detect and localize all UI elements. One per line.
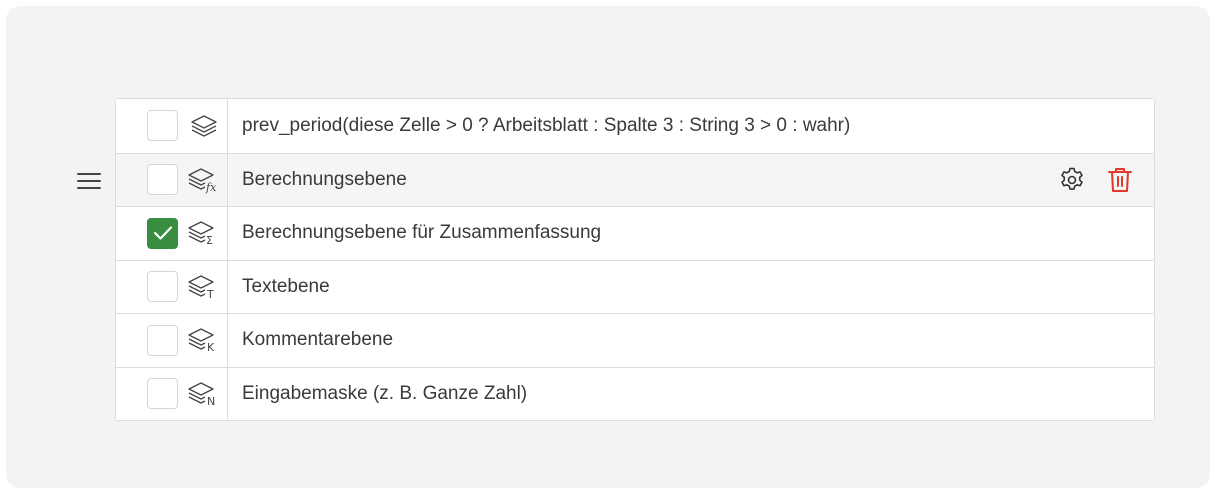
row-checkbox[interactable]	[147, 164, 178, 196]
layers-text-icon: T	[180, 260, 228, 313]
row-label: Kommentarebene	[242, 329, 394, 351]
row-label: prev_period(diese Zelle > 0 ? Arbeitsbla…	[242, 114, 851, 136]
trash-icon[interactable]	[1106, 166, 1134, 194]
row-checkbox[interactable]	[147, 378, 178, 410]
layer-list: prev_period(diese Zelle > 0 ? Arbeitsbla…	[77, 98, 1155, 421]
list-item[interactable]: N Eingabemaske (z. B. Ganze Zahl)	[116, 366, 1154, 420]
layers-comment-icon: K	[180, 314, 228, 367]
row-checkbox[interactable]	[147, 324, 178, 356]
row-checkbox[interactable]	[147, 271, 178, 303]
svg-text:N: N	[207, 395, 215, 408]
drag-handle-icon[interactable]	[76, 169, 102, 193]
list-item[interactable]: K Kommentarebene	[116, 313, 1154, 367]
svg-text:K: K	[207, 341, 215, 354]
layers-number-icon: N	[180, 367, 228, 420]
checkmark-icon	[153, 226, 172, 240]
list-item[interactable]: fx Berechnungsebene	[77, 152, 1154, 206]
svg-text:Σ: Σ	[206, 234, 213, 247]
svg-text:fx: fx	[205, 181, 217, 194]
row-label: Berechnungsebene	[242, 168, 407, 190]
list-item[interactable]: T Textebene	[116, 259, 1154, 313]
gear-icon[interactable]	[1058, 166, 1086, 194]
row-checkbox[interactable]	[147, 217, 178, 249]
layers-icon	[180, 99, 228, 153]
row-label: Berechnungsebene für Zusammenfassung	[242, 222, 602, 244]
list-item[interactable]: Σ Berechnungsebene für Zusammenfassung	[116, 206, 1154, 260]
row-label: Eingabemaske (z. B. Ganze Zahl)	[242, 382, 528, 404]
row-checkbox[interactable]	[147, 110, 178, 142]
row-label: Textebene	[242, 275, 330, 297]
list-item[interactable]: prev_period(diese Zelle > 0 ? Arbeitsbla…	[116, 99, 1154, 153]
layer-panel: prev_period(diese Zelle > 0 ? Arbeitsbla…	[6, 6, 1210, 488]
svg-text:T: T	[206, 288, 214, 301]
layers-sigma-icon: Σ	[180, 207, 228, 260]
layers-fx-icon: fx	[180, 153, 228, 206]
